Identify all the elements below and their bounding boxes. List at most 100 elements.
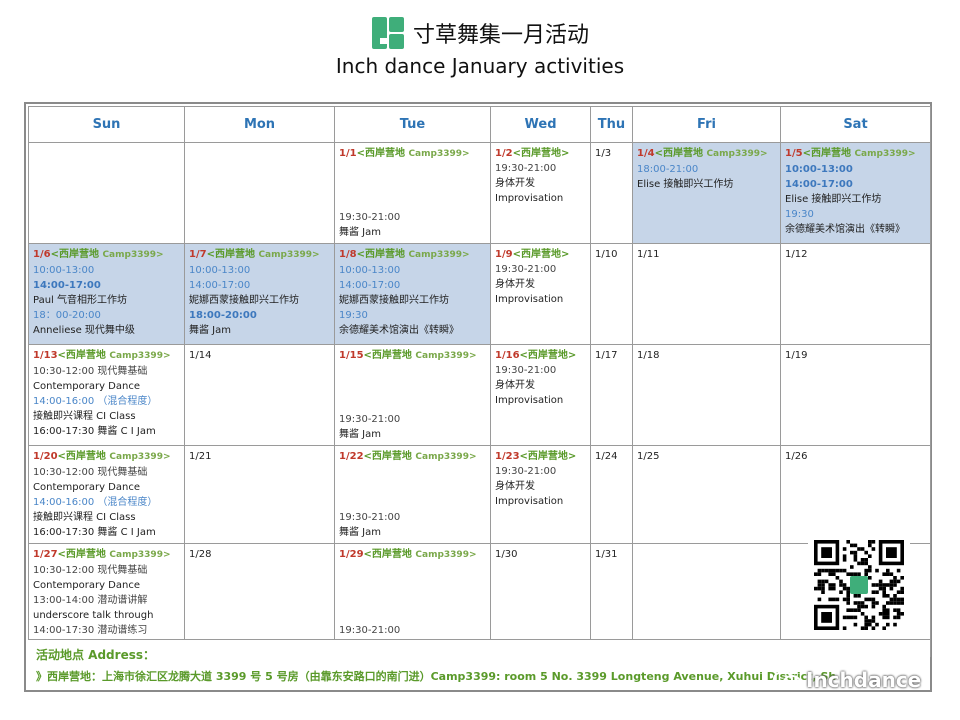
- day-cell[interactable]: 1/1<西岸营地 Camp3399> 19:30-21:00 舞酱 Jam: [334, 142, 491, 244]
- day-cell[interactable]: 1/7<西岸营地 Camp3399> 10:00-13:00 14:00-17:00…: [184, 243, 335, 345]
- page-title-chinese: 寸草舞集一月活动: [412, 23, 589, 48]
- event-line: 19:30: [339, 308, 486, 323]
- event-text: 1/19: [785, 350, 808, 361]
- date-label: 1/2: [495, 148, 513, 159]
- event-line: 舞酱 Jam: [339, 525, 486, 540]
- day-cell[interactable]: 1/23<西岸营地> 19:30-21:00 身体开发 Improvisation: [490, 445, 591, 544]
- event-line: 19:30-21:00: [495, 161, 586, 176]
- date-line: 1/15<西岸营地 Camp3399>: [339, 348, 486, 364]
- day-cell[interactable]: 1/26: [780, 445, 931, 544]
- event-text: 舞酱 Jam: [339, 527, 381, 538]
- event-line: 14:00-17:00: [189, 278, 330, 293]
- event-line: 舞酱 Jam: [339, 225, 486, 240]
- camp-label: Camp3399>: [415, 550, 477, 560]
- date-line: 1/13<西岸营地 Camp3399>: [33, 348, 180, 364]
- day-cell[interactable]: 1/13<西岸营地 Camp3399> 10:30-12:00 现代舞基础 Cont…: [28, 344, 185, 446]
- date-line: 1/6<西岸营地 Camp3399>: [33, 247, 180, 263]
- day-cell[interactable]: 1/19: [780, 344, 931, 446]
- day-cell-content: 1/27<西岸营地 Camp3399> 10:30-12:00 现代舞基础 Cont…: [33, 547, 180, 653]
- week-row: 1/1<西岸营地 Camp3399> 19:30-21:00 舞酱 Jam 1/2<西…: [28, 142, 931, 244]
- event-line: Contemporary Dance: [33, 379, 180, 394]
- event-text: Improvisation: [495, 496, 564, 507]
- day-cell[interactable]: 1/25: [632, 445, 781, 544]
- address-label: 活动地点 Address：: [36, 648, 155, 662]
- day-header-sun: Sun: [28, 106, 185, 143]
- camp-label: Camp3399>: [706, 149, 768, 159]
- day-cell-content: 1/9<西岸营地> 19:30-21:00 身体开发 Improvisation: [495, 247, 586, 341]
- event-text: 1/3: [595, 148, 612, 159]
- date-line: 1/19: [785, 348, 926, 363]
- address-text: 》西岸营地：上海市徐汇区龙腾大道 3399 号 5 号房（由靠东安路口的南门进）…: [36, 670, 836, 683]
- day-cell[interactable]: 1/24: [590, 445, 633, 544]
- day-cell[interactable]: 1/14: [184, 344, 335, 446]
- day-cell-content: 1/12: [785, 247, 926, 341]
- event-text: 1/25: [637, 451, 660, 462]
- event-text: 14:00-17:30 潜动谱练习: [33, 625, 148, 636]
- event-line: 10:30-12:00 现代舞基础: [33, 364, 180, 379]
- event-line: 妮娜西蒙接触即兴工作坊: [189, 293, 330, 308]
- event-line: Elise 接触即兴工作坊: [637, 177, 776, 192]
- event-line: Anneliese 现代舞中级: [33, 323, 180, 338]
- date-label: 1/9: [495, 249, 513, 260]
- day-cell-content: 1/21: [189, 449, 330, 540]
- event-text: 舞酱 Jam: [339, 227, 381, 238]
- day-cell[interactable]: [184, 142, 335, 244]
- event-line: 19:30-21:00: [339, 510, 486, 525]
- venue-label: <西岸营地: [57, 549, 110, 560]
- venue-label: <西岸营地: [363, 451, 416, 462]
- day-cell-content: 1/4<西岸营地 Camp3399> 18:00-21:00 Elise 接触即兴工…: [637, 146, 776, 240]
- date-line: 1/25: [637, 449, 776, 464]
- event-text: 身体开发: [495, 481, 535, 492]
- event-line: 10:00-13:00: [33, 263, 180, 278]
- day-cell-content: 1/6<西岸营地 Camp3399> 10:00-13:00 14:00-17:00…: [33, 247, 180, 341]
- date-line: 1/29<西岸营地 Camp3399>: [339, 547, 486, 563]
- inch-dance-logo-icon: [371, 17, 404, 49]
- event-text: 1/21: [189, 451, 212, 462]
- event-line: 身体开发: [495, 176, 586, 191]
- cell-spacer: [339, 563, 486, 623]
- cell-spacer: [339, 364, 486, 412]
- day-cell[interactable]: 1/5<西岸营地 Camp3399> 10:00-13:00 14:00-17:00…: [780, 142, 931, 244]
- day-cell[interactable]: 1/18: [632, 344, 781, 446]
- day-cell[interactable]: 1/10: [590, 243, 633, 345]
- event-text: 16:00-17:30 舞酱 C I Jam: [33, 527, 156, 538]
- day-cell[interactable]: 1/15<西岸营地 Camp3399> 19:30-21:00 舞酱 Jam: [334, 344, 491, 446]
- day-cell[interactable]: 1/11: [632, 243, 781, 345]
- day-cell[interactable]: 1/16<西岸营地> 19:30-21:00 身体开发 Improvisation: [490, 344, 591, 446]
- venue-label: <西岸营地: [57, 350, 110, 361]
- event-line: 18：00-20:00: [33, 308, 180, 323]
- date-label: 1/6: [33, 249, 51, 260]
- camp-label: Camp3399>: [109, 452, 171, 462]
- day-cell[interactable]: 1/22<西岸营地 Camp3399> 19:30-21:00 舞酱 Jam: [334, 445, 491, 544]
- event-text: Paul 气音相形工作坊: [33, 295, 128, 306]
- event-line: Improvisation: [495, 292, 586, 307]
- event-text: 1/18: [637, 350, 660, 361]
- day-cell[interactable]: 1/6<西岸营地 Camp3399> 10:00-13:00 14:00-17:00…: [28, 243, 185, 345]
- day-cell[interactable]: 1/2<西岸营地> 19:30-21:00 身体开发 Improvisation: [490, 142, 591, 244]
- day-cell[interactable]: [28, 142, 185, 244]
- date-line: 1/30: [495, 547, 586, 562]
- event-line: 10:00-13:00: [189, 263, 330, 278]
- day-cell-content: 1/2<西岸营地> 19:30-21:00 身体开发 Improvisation: [495, 146, 586, 240]
- date-line: 1/1<西岸营地 Camp3399>: [339, 146, 486, 162]
- event-text: 10:30-12:00 现代舞基础: [33, 565, 148, 576]
- venue-label: <西岸营地: [802, 148, 855, 159]
- venue-label: <西岸营地: [654, 148, 707, 159]
- event-line: underscore talk through: [33, 608, 180, 623]
- day-cell[interactable]: 1/4<西岸营地 Camp3399> 18:00-21:00 Elise 接触即兴工…: [632, 142, 781, 244]
- day-cell[interactable]: 1/17: [590, 344, 633, 446]
- day-cell[interactable]: 1/3: [590, 142, 633, 244]
- event-text: 接触即兴课程 CI Class: [33, 411, 136, 422]
- day-cell[interactable]: 1/12: [780, 243, 931, 345]
- day-cell[interactable]: 1/20<西岸营地 Camp3399> 10:30-12:00 现代舞基础 Cont…: [28, 445, 185, 544]
- event-line: 接触即兴课程 CI Class: [33, 409, 180, 424]
- day-cell[interactable]: 1/21: [184, 445, 335, 544]
- day-cell[interactable]: 1/8<西岸营地 Camp3399> 10:00-13:00 14:00-17:00…: [334, 243, 491, 345]
- date-label: 1/16: [495, 350, 520, 361]
- week-row: 1/6<西岸营地 Camp3399> 10:00-13:00 14:00-17:00…: [28, 243, 931, 345]
- event-line: 14:00-16:00 （混合程度）: [33, 394, 180, 409]
- event-text: 1/31: [595, 549, 618, 560]
- date-line: 1/4<西岸营地 Camp3399>: [637, 146, 776, 162]
- venue-label: <西岸营地>: [512, 148, 570, 159]
- day-cell[interactable]: 1/9<西岸营地> 19:30-21:00 身体开发 Improvisation: [490, 243, 591, 345]
